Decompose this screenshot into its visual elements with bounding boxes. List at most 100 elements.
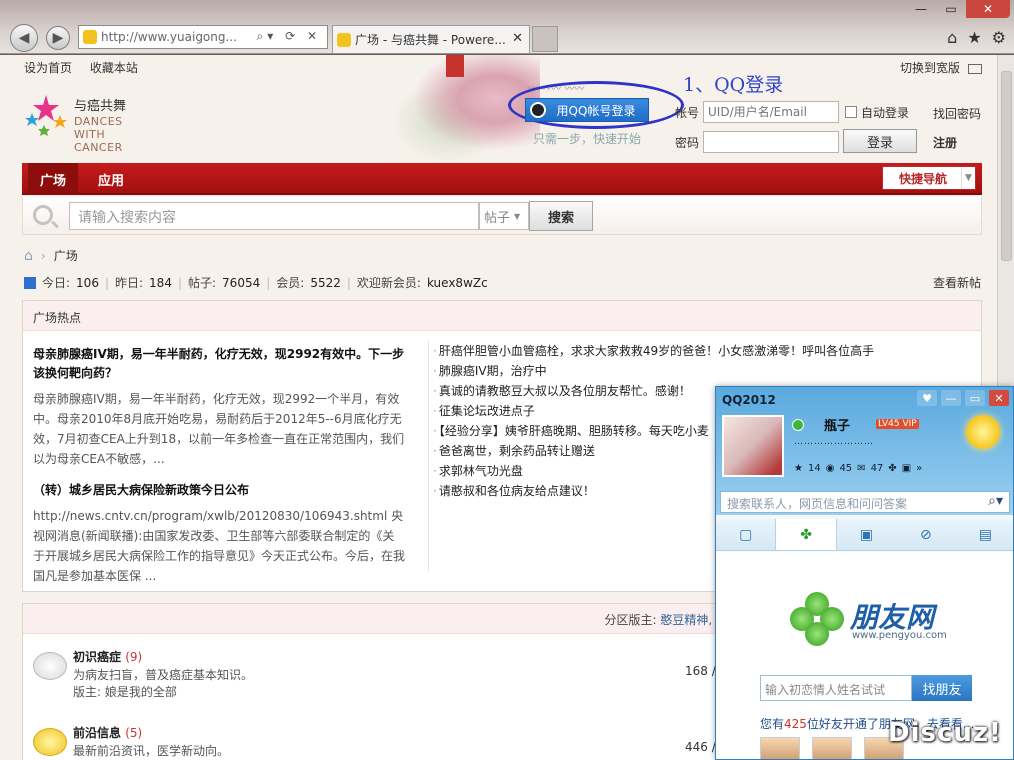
clover-icon[interactable]: ✤ [888,463,896,474]
star-icon[interactable]: ★ [794,463,803,474]
hot-featured: 母亲肺腺癌IV期，易一年半耐药，化疗无效，现2992有效中。下一步该换何靶向药？… [33,345,405,598]
tab-title: 广场 - 与癌共舞 - Powere... [355,33,506,47]
forum-name[interactable]: 初识癌症 (9) [73,648,142,665]
tab-favicon-icon [337,33,351,47]
forward-arrow-icon: ▶ [52,30,64,46]
bookmark-link[interactable]: 收藏本站 [90,61,138,75]
minimize-icon[interactable]: — [906,0,936,18]
forward-button[interactable]: ▶ [46,26,70,50]
login-button[interactable]: 登录 [843,129,917,153]
star-icon[interactable]: ★ [967,28,981,47]
qq-skin-icon[interactable]: ♥ [917,390,937,406]
password-row: 密码 [675,131,840,153]
tab-pengyou-icon[interactable]: ✤ [775,519,837,550]
hot-thread-item[interactable]: 肺腺癌IV期，治疗中 [433,361,933,381]
qq-signature[interactable]: …………………… [794,437,874,447]
breadcrumb-current[interactable]: 广场 [54,247,78,264]
search-type-select[interactable]: 帖子 ▼ [479,202,529,230]
avatar[interactable] [760,737,800,759]
find-password-link[interactable]: 找回密码 [933,105,981,122]
qq-login-label: 用QQ帐号登录 [556,103,636,118]
friend-avatars [760,737,904,759]
auto-login-label: 自动登录 [861,105,910,120]
gear-icon[interactable]: ⚙ [992,28,1006,47]
set-home-link[interactable]: 设为首页 [24,61,72,75]
tab-chat-icon[interactable]: ▢ [716,519,775,550]
find-friend-button[interactable]: 找朋友 [912,675,972,701]
discuz-watermark: Discuz! [888,718,1002,748]
tab-groups-icon[interactable]: ▣ [837,519,896,550]
nav-item-square[interactable]: 广场 [28,163,78,195]
account-input[interactable] [703,101,840,123]
address-bar[interactable]: http://www.yuaigong... ⌕▾ ⟳ ✕ [78,25,328,49]
online-status-icon[interactable] [792,419,804,431]
newest-member-link[interactable]: kuex8wZc [427,276,488,290]
browser-tab[interactable]: 广场 - 与癌共舞 - Powere... ✕ [332,25,530,53]
qq-login-sub: 只需一步，快速开始 [533,132,642,146]
featured-body-1: 母亲肺腺癌IV期，易一年半耐药，化疗无效，现2992一个半月，有效中。母亲201… [33,392,405,466]
nav-item-apps[interactable]: 应用 [84,163,138,195]
quick-nav-label: 快捷导航 [899,171,948,186]
today-label: 今日: [42,276,71,290]
hot-thread-item[interactable]: 肝癌伴胆管小血管癌栓，求求大家救救49岁的爸爸！小女感激涕零！呼叫各位高手 [433,341,933,361]
minimize-icon[interactable]: — [941,390,961,406]
breadcrumb: ⌂ › 广场 [24,247,78,264]
site-logo[interactable]: 与癌共舞 DANCES WITH CANCER [22,85,162,155]
qq-login-button[interactable]: 用QQ帐号登录 [525,98,649,122]
tab-search-icon[interactable]: ⊘ [896,519,955,550]
stats-separator: | [346,275,351,290]
qq-level-badge: LV45 VIP [876,419,919,429]
restore-icon[interactable]: ▭ [936,0,966,18]
featured-title-2[interactable]: （转）城乡居民大病保险新政策今日公布 [33,481,405,500]
home-icon[interactable]: ⌂ [947,28,957,47]
featured-title-1[interactable]: 母亲肺腺癌IV期，易一年半耐药，化疗无效，现2992有效中。下一步该换何靶向药？ [33,345,405,383]
close-icon[interactable]: ✕ [989,390,1009,406]
weather-sun-icon[interactable] [966,415,1000,449]
home-icon[interactable]: ⌂ [24,248,33,264]
logo-en-text: DANCES WITH CANCER [74,115,123,154]
avatar[interactable] [812,737,852,759]
back-arrow-icon: ◀ [18,30,30,46]
qq-count-3: 47 [870,463,884,474]
account-label: 帐号 [675,105,700,120]
close-icon[interactable]: ✕ [966,0,1010,18]
auto-login-checkbox[interactable] [845,106,858,118]
speech-bubble-icon [33,728,67,756]
tab-close-icon[interactable]: ✕ [512,31,523,46]
view-new-posts-link[interactable]: 查看新帖 [933,274,981,291]
mail-icon[interactable]: ✉ [857,463,865,474]
new-tab-button[interactable] [532,26,558,52]
register-link[interactable]: 注册 [933,134,957,151]
qq-count-2: 45 [839,463,853,474]
qq-header: QQ2012 ♥ — ▭ ✕ 瓶子 LV45 VIP …………………… ★ 14… [716,387,1013,515]
forum-topic-count: 168 / [685,664,716,678]
password-input[interactable] [703,131,840,153]
posts-label: 帖子: [188,276,217,290]
qq-search-input[interactable]: 搜索联系人，网页信息和问问答案 ⌕▾ [720,491,1010,513]
qzone-icon[interactable]: ◉ [826,463,835,474]
logo-stars-icon [25,95,67,136]
back-button[interactable]: ◀ [10,24,38,52]
stats-separator: | [104,275,109,290]
forum-desc: 最新前沿资讯，医学新动向。 [73,744,230,758]
wide-mode-link[interactable]: 切换到宽版 [900,59,982,76]
scrollbar-thumb[interactable] [1001,71,1012,261]
avatar[interactable] [722,415,784,477]
quick-nav-button[interactable]: 快捷导航 ▼ [882,166,976,190]
restore-icon[interactable]: ▭ [965,390,985,406]
friends-count: 425 [784,717,807,731]
more-icon[interactable]: » [916,463,922,474]
find-friend-input[interactable]: 输入初恋情人姓名试试 [760,675,912,701]
main-nav: 广场 应用 快捷导航 ▼ [22,163,982,195]
banner-seal-icon [446,55,464,77]
topbar-links: 设为首页 收藏本站 [24,59,152,76]
search-button[interactable]: 搜索 [529,201,593,231]
tab-recent-icon[interactable]: ▤ [956,519,1013,550]
toolbar-icons: ⌂ ★ ⚙ [947,28,1006,47]
search-input[interactable]: 请输入搜索内容 [69,202,479,230]
address-tools-icons[interactable]: ⌕▾ ⟳ ✕ [257,29,321,44]
wallet-icon[interactable]: ▣ [902,463,911,474]
search-icon[interactable]: ⌕▾ [988,493,1003,509]
forum-mod: 版主: 娘是我的全部 [73,685,177,699]
forum-name[interactable]: 前沿信息 (5) [73,724,142,741]
